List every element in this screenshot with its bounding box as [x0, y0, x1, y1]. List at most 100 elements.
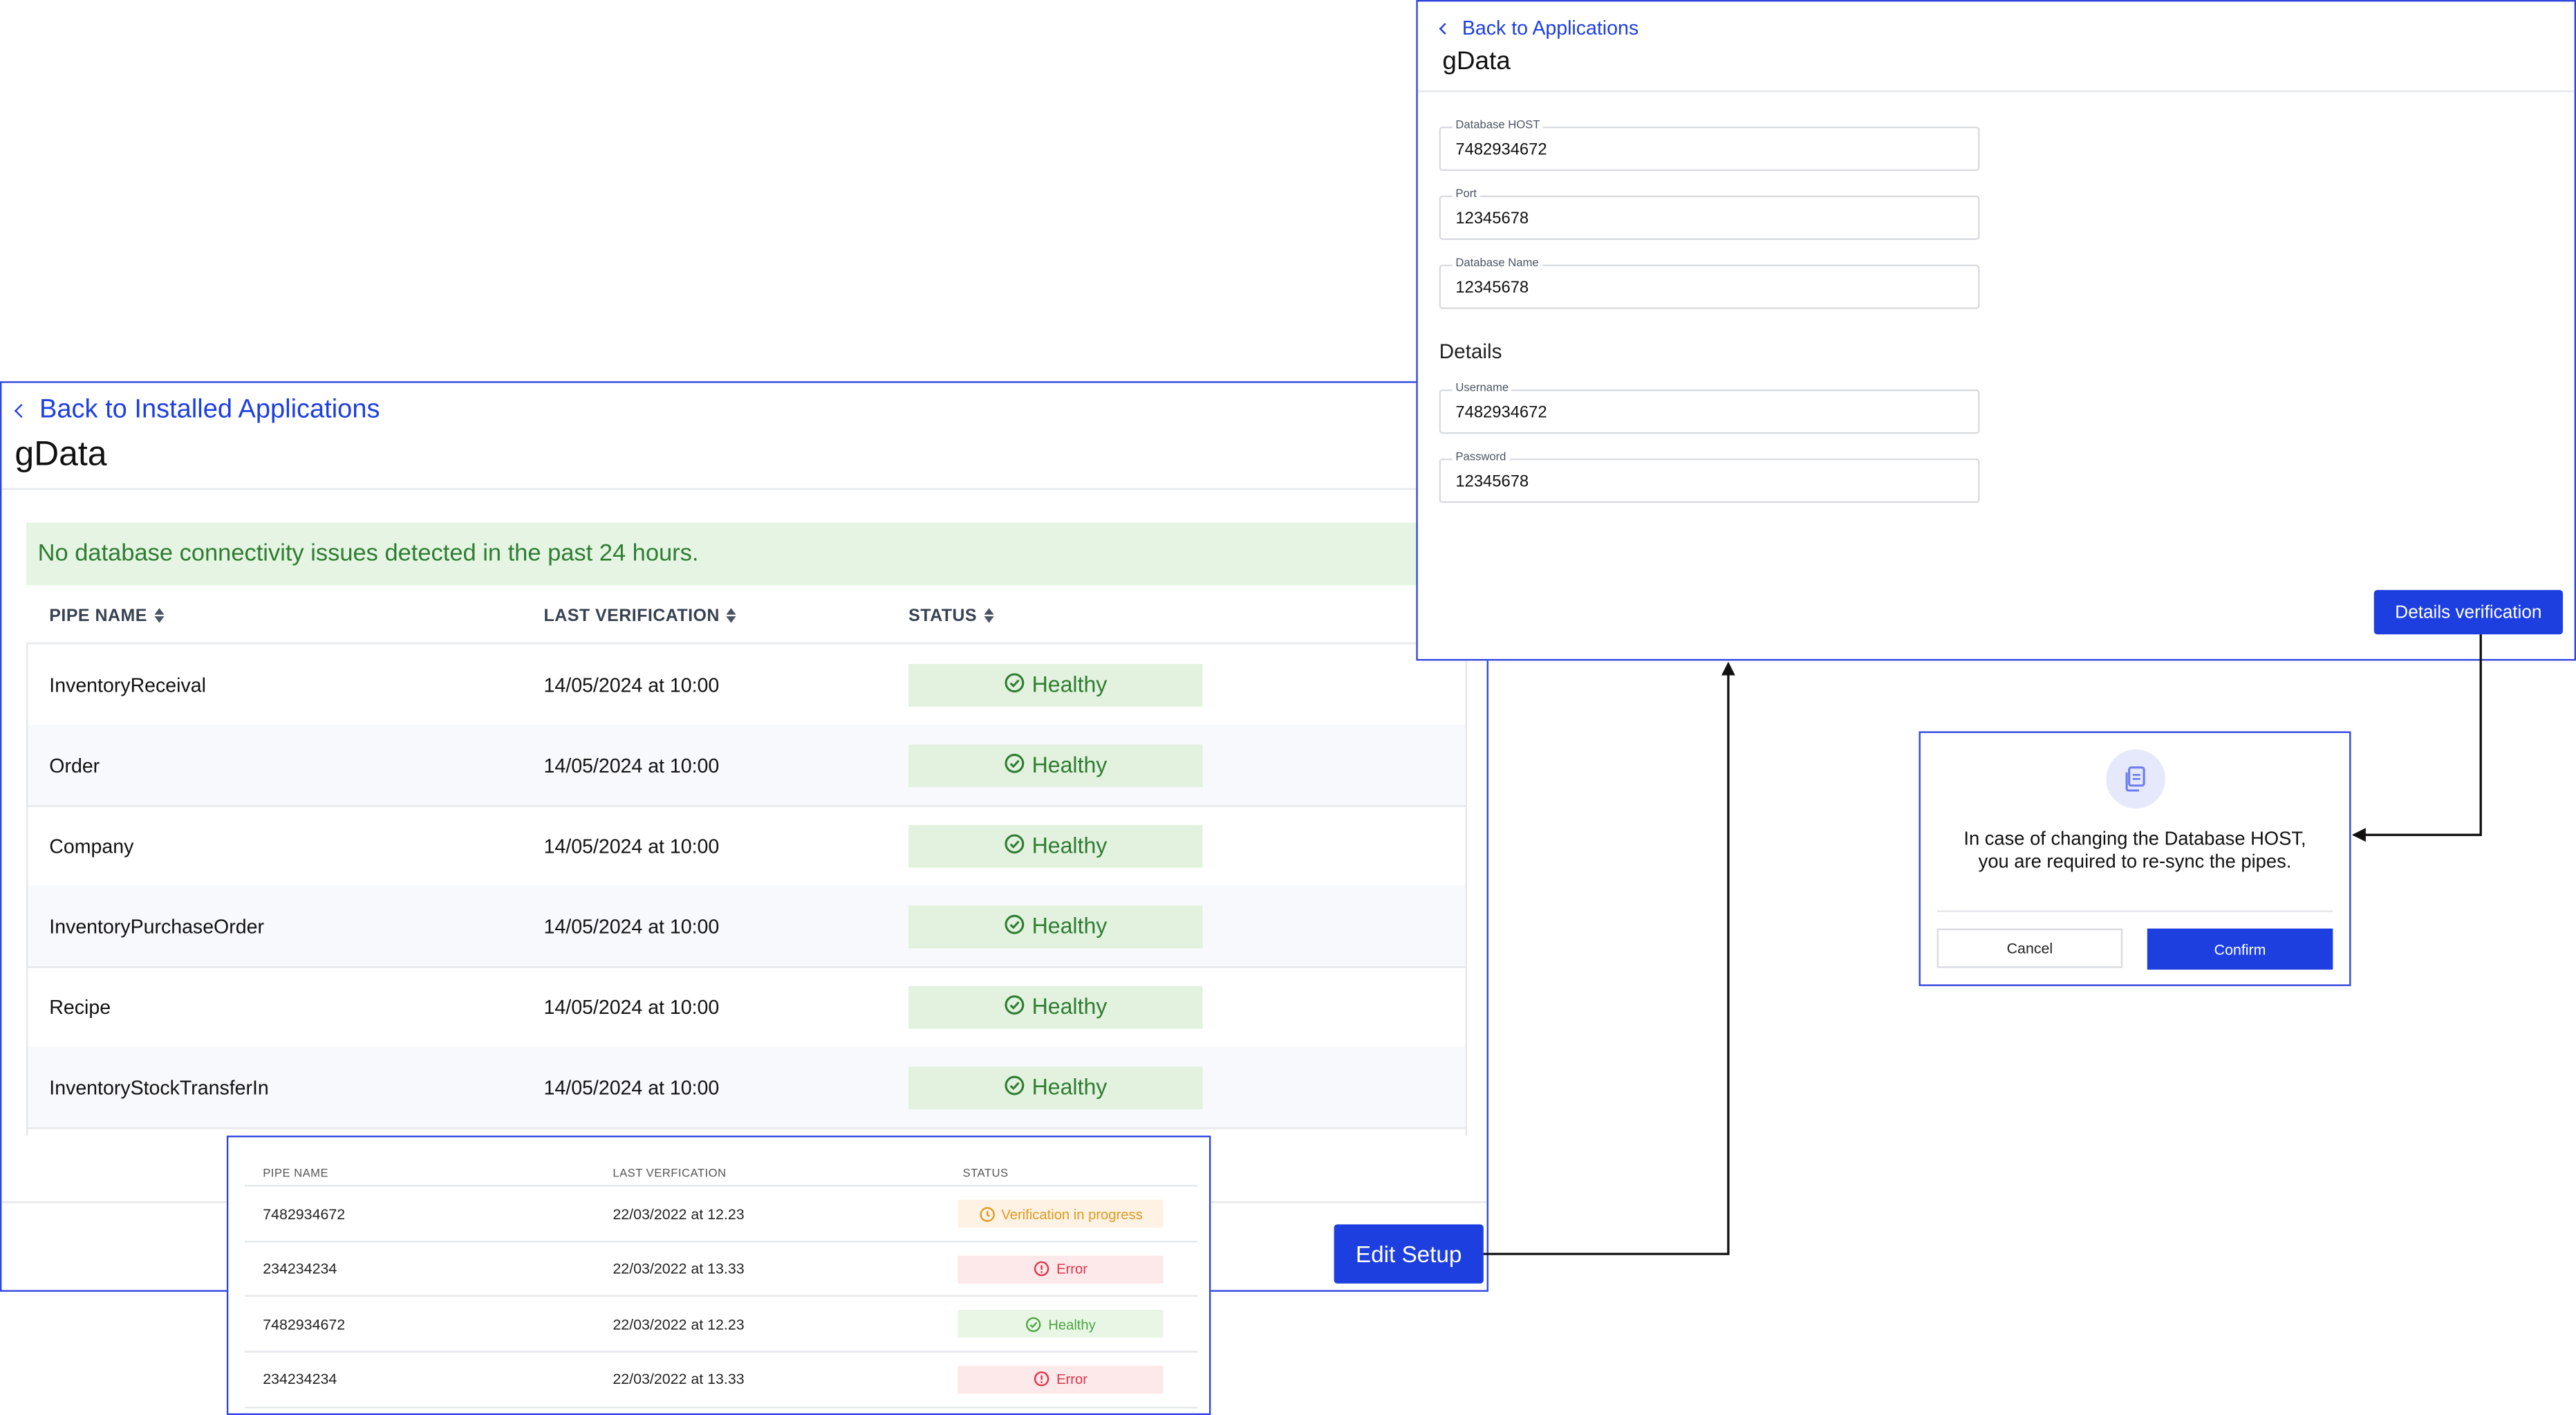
table-row[interactable]: Recipe 14/05/2024 at 10:00 Healthy: [28, 966, 1466, 1049]
table-row[interactable]: InventoryStockTransferIn 14/05/2024 at 10…: [28, 1046, 1466, 1129]
table-row[interactable]: Order 14/05/2024 at 10:00 Healthy: [28, 724, 1466, 807]
last-verification-cell: 22/03/2022 at 12.23: [613, 1205, 745, 1222]
sort-icon[interactable]: [983, 608, 993, 623]
pipes-table-header: PIPE NAME LAST VERIFICATION STATUS: [26, 589, 1467, 642]
details-verification-button[interactable]: Details verification: [2373, 590, 2564, 635]
status-label: Error: [1056, 1370, 1088, 1387]
alert-circle-icon: [1034, 1261, 1050, 1277]
database-name-field[interactable]: Database Name 12345678: [1439, 256, 1980, 309]
canvas: Back to Installed Applications gData No …: [0, 0, 2576, 1415]
pipe-name-cell: 7482934672: [263, 1205, 346, 1222]
field-value: 12345678: [1455, 473, 1529, 492]
status-label: Healthy: [1032, 672, 1108, 697]
page-title: gData: [1442, 47, 1511, 76]
column-header-status[interactable]: STATUS: [908, 589, 993, 642]
check-circle-icon: [1025, 1315, 1042, 1332]
connector-edit-setup-to-edit-panel: [1483, 661, 1735, 1255]
chevron-left-icon: [14, 403, 28, 418]
field-label: Username: [1452, 381, 1512, 398]
connectivity-status-banner: No database connectivity issues detected…: [26, 522, 1439, 585]
last-verification-cell: 14/05/2024 at 10:00: [543, 914, 720, 938]
check-circle-icon: [1004, 833, 1025, 859]
table-row[interactable]: 234234234 22/03/2022 at 13.33 Error: [245, 1239, 1198, 1296]
table-row[interactable]: InventoryReceival 14/05/2024 at 10:00 Heal…: [28, 645, 1466, 727]
pipes-table-body: InventoryReceival 14/05/2024 at 10:00 Heal…: [26, 642, 1468, 1136]
table-row[interactable]: 7482934672 22/03/2022 at 12.23 Verificatio…: [245, 1185, 1198, 1241]
pipe-name-cell: 234234234: [263, 1260, 337, 1277]
status-cell: Healthy: [908, 1047, 1203, 1127]
edit-setup-button[interactable]: Edit Setup: [1334, 1224, 1484, 1284]
last-verification-cell: 14/05/2024 at 10:00: [543, 833, 720, 858]
field-label: Port: [1452, 187, 1480, 204]
last-verification-cell: 14/05/2024 at 10:00: [543, 1075, 720, 1099]
dialog-message: In case of changing the Database HOST, y…: [1921, 829, 2349, 875]
status-cell: Verification in progress: [958, 1187, 1164, 1241]
page-title: gData: [15, 435, 107, 474]
dialog-message-line: you are required to re-sync the pipes.: [1978, 853, 2292, 873]
username-field[interactable]: Username 7482934672: [1439, 381, 1980, 434]
last-verification-cell: 22/03/2022 at 13.33: [613, 1260, 745, 1277]
back-link-label: Back to Installed Applications: [39, 396, 380, 425]
last-verification-cell: 22/03/2022 at 12.23: [613, 1315, 745, 1332]
status-cell: Error: [958, 1241, 1164, 1295]
check-circle-icon: [1004, 993, 1025, 1019]
cancel-button[interactable]: Cancel: [1936, 928, 2123, 968]
status-badge: Healthy: [908, 743, 1203, 787]
pipe-name-cell: Order: [49, 753, 100, 777]
field-label: Database Name: [1452, 256, 1542, 273]
column-header-pipe-name[interactable]: PIPE NAME: [49, 589, 164, 642]
back-to-installed-applications-link[interactable]: Back to Installed Applications: [14, 396, 380, 426]
port-field[interactable]: Port 12345678: [1439, 187, 1980, 240]
pipes-status-table-variant: PIPE NAME LAST VERFICATION STATUS 748293…: [226, 1136, 1211, 1415]
divider: [1, 488, 1487, 490]
divider: [1417, 90, 2575, 93]
table-row[interactable]: 234234234 22/03/2022 at 13.33 Error: [245, 1350, 1198, 1408]
sort-icon[interactable]: [726, 608, 736, 623]
status-badge: Error: [958, 1255, 1164, 1283]
status-cell: Healthy: [958, 1297, 1164, 1351]
edit-setup-panel: Back to Applications gData Database HOST…: [1416, 0, 2576, 661]
status-cell: Healthy: [908, 966, 1203, 1046]
column-header-last-verification[interactable]: LAST VERIFICATION: [544, 589, 736, 642]
alert-circle-icon: [1034, 1371, 1050, 1387]
table-row[interactable]: Company 14/05/2024 at 10:00 Healthy: [28, 805, 1466, 888]
check-circle-icon: [1004, 672, 1025, 698]
last-verification-cell: 14/05/2024 at 10:00: [543, 673, 720, 696]
last-verification-cell: 14/05/2024 at 10:00: [543, 753, 720, 777]
status-label: Error: [1056, 1260, 1088, 1277]
table-row[interactable]: 7482934672 22/03/2022 at 12.23 Healthy: [245, 1295, 1198, 1351]
status-cell: Healthy: [908, 725, 1203, 805]
sort-icon[interactable]: [153, 608, 164, 623]
status-badge: Error: [958, 1365, 1164, 1393]
status-badge: Healthy: [908, 824, 1203, 867]
back-link-label: Back to Applications: [1462, 16, 1639, 40]
column-header-label: PIPE NAME: [49, 605, 147, 626]
field-label: Database HOST: [1452, 118, 1544, 135]
column-header-label: LAST VERIFICATION: [543, 605, 720, 626]
status-label: Healthy: [1032, 994, 1108, 1019]
field-value: 7482934672: [1455, 404, 1547, 423]
last-verification-cell: 14/05/2024 at 10:00: [543, 995, 720, 1019]
status-cell: Error: [958, 1352, 1164, 1406]
pipe-name-cell: InventoryPurchaseOrder: [49, 914, 264, 938]
banner-text: No database connectivity issues detected…: [37, 540, 699, 567]
pipe-name-cell: InventoryReceival: [49, 673, 206, 696]
check-circle-icon: [1004, 1074, 1025, 1100]
field-value: 12345678: [1455, 210, 1529, 229]
field-label: Password: [1452, 450, 1510, 467]
pipe-name-cell: 7482934672: [263, 1315, 346, 1332]
details-section-heading: Details: [1439, 340, 1502, 364]
resync-confirm-dialog: In case of changing the Database HOST, y…: [1919, 731, 2351, 986]
status-badge: Healthy: [908, 663, 1203, 706]
database-host-field[interactable]: Database HOST 7482934672: [1439, 118, 1980, 172]
status-badge: Healthy: [908, 1066, 1203, 1109]
status-cell: Healthy: [908, 645, 1203, 725]
table-row[interactable]: InventoryPurchaseOrder 14/05/2024 at 10:0…: [28, 885, 1466, 968]
back-to-applications-link[interactable]: Back to Applications: [1439, 16, 1639, 40]
confirm-button[interactable]: Confirm: [2147, 928, 2333, 970]
password-field[interactable]: Password 12345678: [1439, 450, 1980, 503]
status-label: Healthy: [1032, 914, 1108, 938]
field-value: 7482934672: [1455, 141, 1547, 160]
connector-verification-to-dialog: [2351, 634, 2482, 842]
divider: [1936, 910, 2333, 912]
